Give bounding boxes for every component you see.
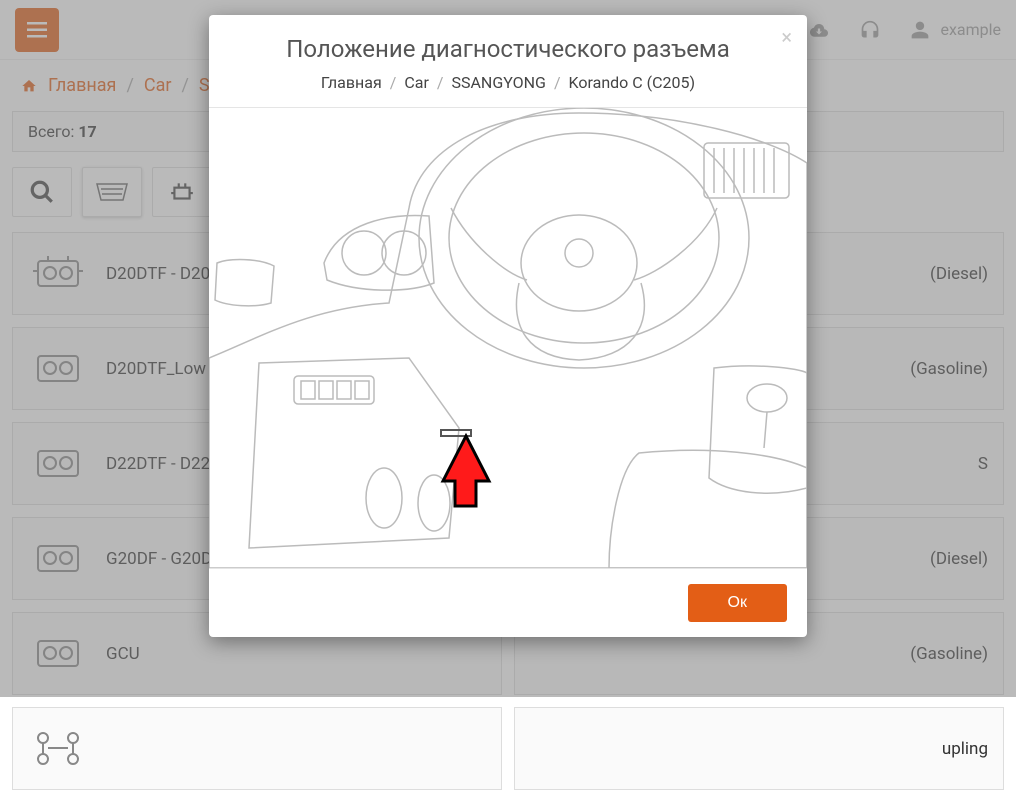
modal-breadcrumb-item: SSANGYONG <box>451 73 545 92</box>
ok-button[interactable]: Ок <box>688 584 787 622</box>
drivetrain-icon <box>28 726 88 771</box>
ecu-card[interactable] <box>12 707 502 790</box>
modal-breadcrumb-item: Korando C (C205) <box>569 73 696 92</box>
card-label: upling <box>942 739 988 759</box>
ecu-card[interactable]: upling <box>514 707 1004 790</box>
modal-header: × Положение диагностического разъема Гла… <box>209 15 807 108</box>
modal-breadcrumb: Главная/Car/SSANGYONG/Korando C (C205) <box>234 73 782 92</box>
connector-location-modal: × Положение диагностического разъема Гла… <box>209 15 807 637</box>
modal-overlay[interactable]: × Положение диагностического разъема Гла… <box>0 0 1016 697</box>
modal-breadcrumb-item: Car <box>404 73 429 92</box>
modal-body <box>209 108 807 568</box>
modal-title: Положение диагностического разъема <box>234 35 782 63</box>
close-icon[interactable]: × <box>781 25 792 49</box>
modal-breadcrumb-item: Главная <box>321 73 382 92</box>
modal-footer: Ок <box>209 568 807 637</box>
dashboard-diagram <box>209 108 807 568</box>
